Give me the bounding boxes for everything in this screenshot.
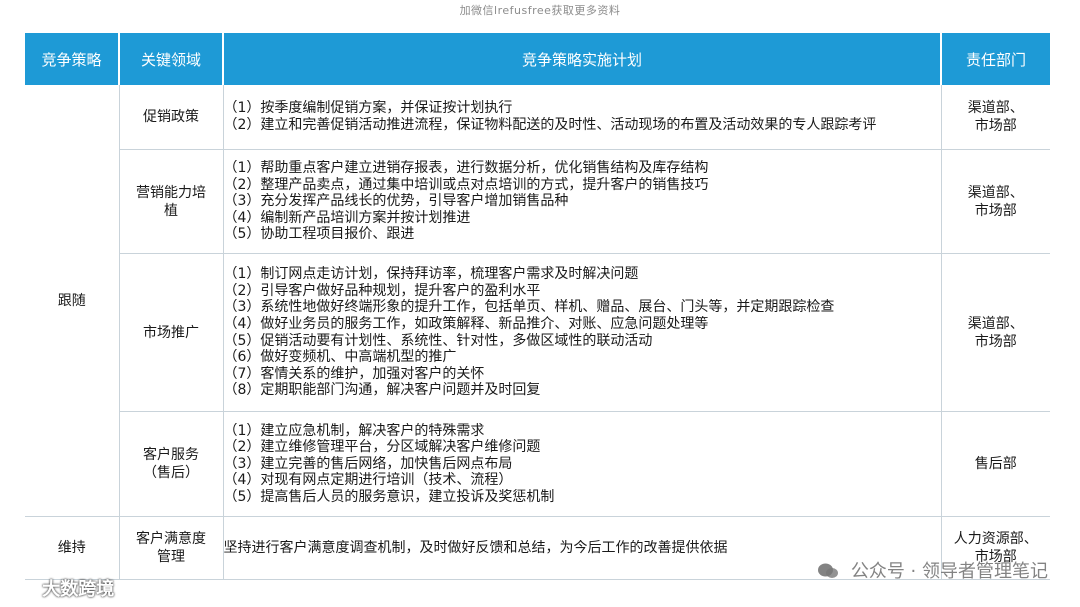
strategy-cell: 跟随 [25, 85, 120, 517]
dept-label: 市场部 [974, 333, 1017, 350]
plan-item: （1）按季度编制促销方案，并保证按计划执行 [223, 100, 513, 117]
plan-item: （2）建立和完善促销活动推进流程，保证物料配送的及时性、活动现场的布置及活动效果… [223, 117, 877, 133]
plan-item: （6）做好变频机、中高端机型的推广 [223, 349, 457, 366]
header-strategy: 竞争策略 [25, 33, 120, 85]
area-label: 客户满意度 [136, 531, 206, 547]
dept-label: 渠道部、 [967, 315, 1024, 332]
plan-item: 坚持进行客户满意度调查机制，及时做好反馈和总结，为今后工作的改善提供依据 [223, 539, 728, 556]
dept-label: 市场部 [974, 118, 1017, 134]
plan-cell: （1）按季度编制促销方案，并保证按计划执行 （2）建立和完善促销活动推进流程，保… [223, 85, 942, 150]
plan-item: （2）引导客户做好品种规划，提升客户的盈利水平 [223, 282, 541, 299]
table-row: 市场推广 （1）制订网点走访计划，保持拜访率，梳理客户需求及时解决问题 （2）引… [25, 253, 1050, 412]
dept-label: 渠道部、 [967, 184, 1024, 201]
top-watermark-text: 加微信lrefusfree获取更多资料 [459, 4, 621, 17]
brand-logo-icon [6, 581, 32, 597]
dept-label: 售后部 [974, 456, 1017, 472]
plan-item: （1）建立应急机制，解决客户的特殊需求 [223, 422, 485, 439]
plan-item: （3）充分发挥产品线长的优势，引导客户增加销售品种 [223, 193, 569, 210]
plan-item: （3）建立完善的售后网络，加快售后网点布局 [223, 455, 513, 472]
plan-item: （4）编制新产品培训方案并按计划推进 [223, 209, 471, 226]
plan-item: （2）建立维修管理平台，分区域解决客户维修问题 [223, 439, 541, 456]
table-row: 客户服务 （售后） （1）建立应急机制，解决客户的特殊需求 （2）建立维修管理平… [25, 411, 1050, 517]
plan-cell: （1）帮助重点客户建立进销存报表，进行数据分析，优化销售结构及库存结构 （2）整… [223, 149, 942, 254]
header-row: 竞争策略 关键领域 竞争策略实施计划 责任部门 [25, 33, 1050, 85]
plan-cell: （1）建立应急机制，解决客户的特殊需求 （2）建立维修管理平台，分区域解决客户维… [223, 411, 942, 517]
dept-label: 渠道部、 [967, 100, 1024, 116]
plan-item: （1）制订网点走访计划，保持拜访率，梳理客户需求及时解决问题 [223, 266, 639, 283]
area-label: 植 [164, 202, 178, 219]
dept-cell: 渠道部、 市场部 [941, 253, 1050, 412]
plan-item: （1）帮助重点客户建立进销存报表，进行数据分析，优化销售结构及库存结构 [223, 160, 709, 177]
area-label: 市场推广 [143, 324, 199, 341]
plan-item: （5）促销活动要有计划性、系统性、针对性，多做区域性的联动活动 [223, 332, 653, 349]
area-cell: 客户服务 （售后） [119, 411, 224, 517]
wechat-icon [818, 563, 839, 578]
area-cell: 营销能力培 植 [119, 149, 224, 254]
watermark-text: 大数跨境 [42, 579, 115, 600]
strategy-plan-table: 竞争策略 关键领域 竞争策略实施计划 责任部门 跟随 促销政策 （1）按季度编制… [25, 33, 1050, 580]
bottom-left-watermark: 大数跨境 [6, 575, 114, 601]
dept-label: 市场部 [974, 202, 1017, 219]
area-cell: 市场推广 [119, 253, 224, 412]
header-area: 关键领域 [119, 33, 224, 85]
plan-item: （2）整理产品卖点，通过集中培训或点对点培训的方式，提升客户的销售技巧 [223, 176, 709, 193]
plan-item: （5）提高售后人员的服务意识，建立投诉及奖惩机制 [223, 488, 555, 505]
bottom-right-watermark: 公众号 · 领导者管理笔记 [817, 557, 1048, 583]
plan-item: （7）客情关系的维护，加强对客户的关怀 [223, 365, 485, 382]
plan-item: （8）定期职能部门沟通，解决客户问题并及时回复 [223, 382, 541, 399]
plan-cell: （1）制订网点走访计划，保持拜访率，梳理客户需求及时解决问题 （2）引导客户做好… [223, 253, 942, 412]
area-label: （售后） [143, 465, 199, 481]
plan-item: （4）对现有网点定期进行培训（技术、流程） [223, 472, 513, 489]
plan-item: （3）系统性地做好终端形象的提升工作，包括单页、样机、赠品、展台、门头等，并定期… [223, 299, 835, 316]
area-label: 促销政策 [143, 109, 199, 125]
header-dept: 责任部门 [941, 33, 1050, 85]
area-label: 客户服务 [143, 447, 199, 463]
area-cell: 客户满意度 管理 [119, 516, 224, 580]
dept-cell: 售后部 [941, 411, 1050, 517]
dept-cell: 渠道部、 市场部 [941, 149, 1050, 254]
header-plan: 竞争策略实施计划 [223, 33, 942, 85]
dept-label: 人力资源部、 [953, 531, 1038, 547]
plan-item: （4）做好业务员的服务工作，如政策解释、新品推介、对账、应急问题处理等 [223, 315, 709, 332]
watermark-text: 公众号 · 领导者管理笔记 [850, 561, 1048, 582]
area-label: 营销能力培 [136, 184, 206, 201]
area-label: 管理 [157, 549, 185, 565]
plan-item: （5）协助工程项目报价、跟进 [223, 226, 415, 243]
table-row: 营销能力培 植 （1）帮助重点客户建立进销存报表，进行数据分析，优化销售结构及库… [25, 149, 1050, 254]
table-row: 跟随 促销政策 （1）按季度编制促销方案，并保证按计划执行 （2）建立和完善促销… [25, 85, 1050, 517]
dept-cell: 渠道部、 市场部 [941, 85, 1050, 150]
strategy-cell: 维持 [25, 516, 120, 580]
area-cell: 促销政策 [119, 85, 224, 150]
